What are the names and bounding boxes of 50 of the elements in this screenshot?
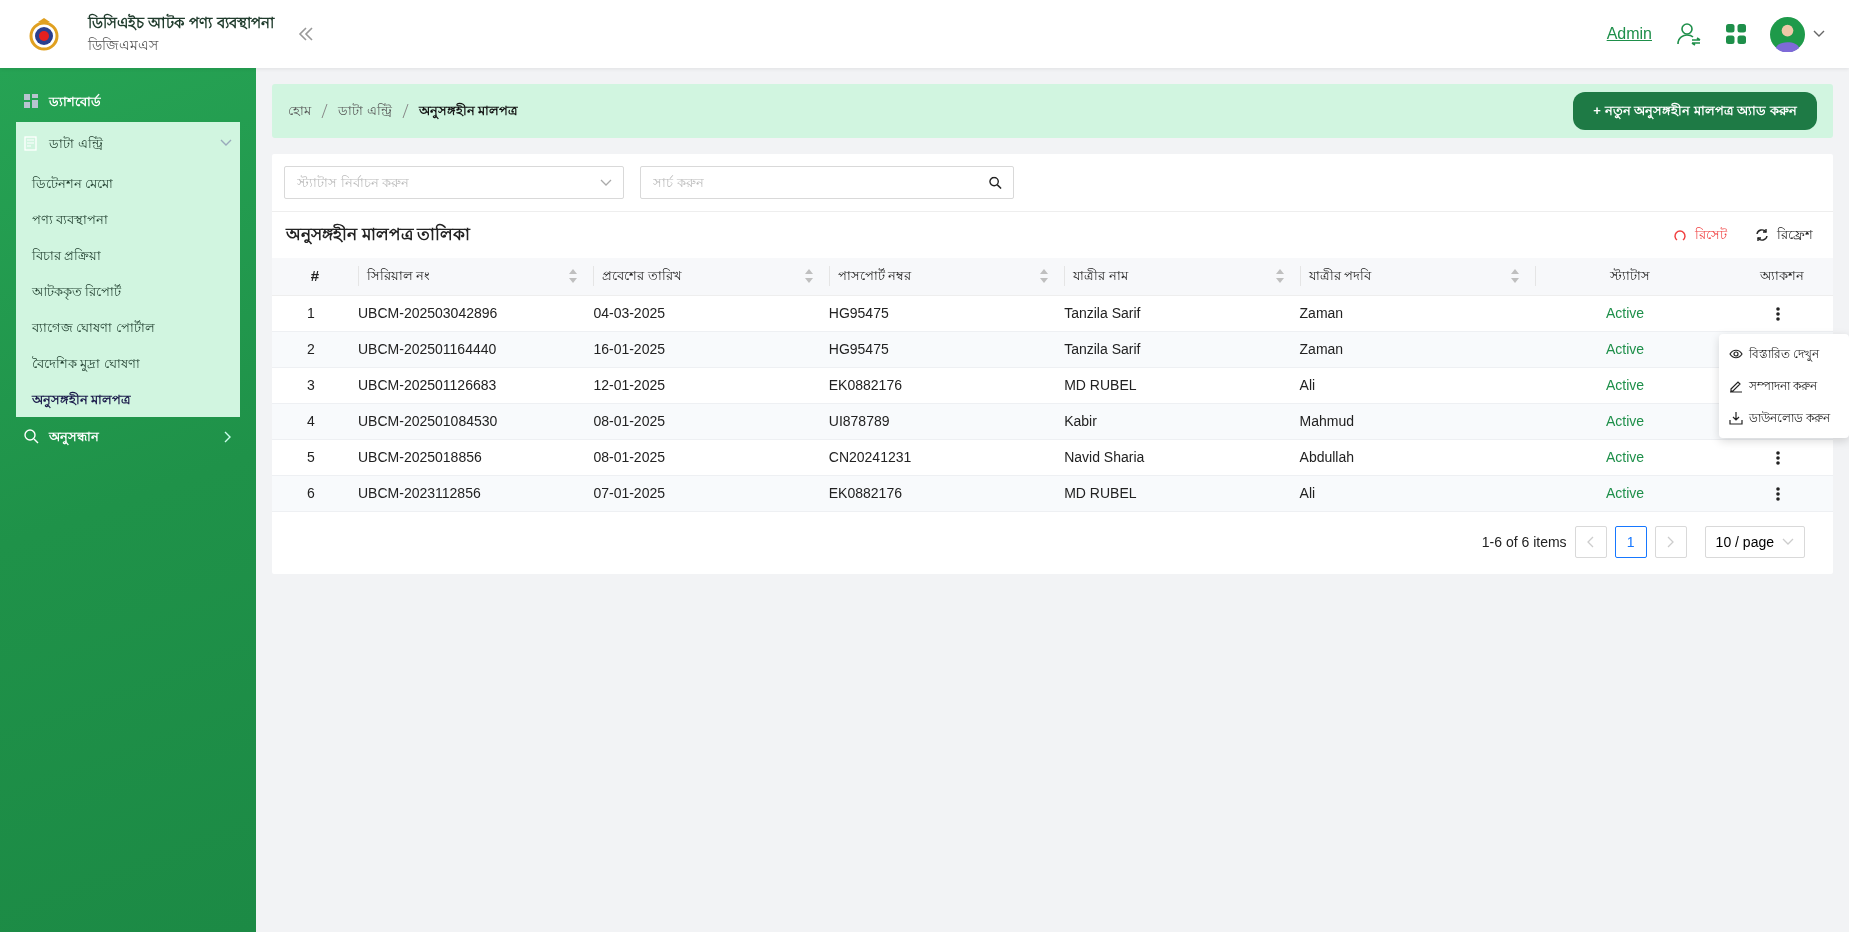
table-cell: Abdullah: [1291, 439, 1527, 476]
table-cell: UBCM-202503042896: [350, 295, 586, 332]
app-subtitle: ডিজিএমএস: [88, 35, 160, 55]
table-title: অনুসঙ্গহীন মালপত্র তালিকা: [286, 222, 471, 247]
table-cell: Tanzila Sarif: [1056, 331, 1292, 368]
table-cell: 3: [272, 367, 350, 404]
table-cell: MD RUBEL: [1056, 475, 1292, 512]
status-text: Active: [1527, 295, 1723, 332]
table-cell: CN20241231: [820, 439, 1057, 476]
pagination-summary: 1-6 of 6 items: [1481, 532, 1567, 552]
table-cell: 04-03-2025: [585, 295, 821, 332]
table-cell: Mahmud: [1291, 403, 1527, 440]
app-title: ডিসিএইচ আটক পণ্য ব্যবস্থাপনা: [88, 12, 274, 34]
table-cell: 1: [272, 295, 350, 332]
table-cell: HG95475: [820, 331, 1057, 368]
table-cell: Kabir: [1056, 403, 1292, 440]
table-cell: UI878789: [820, 403, 1057, 440]
table-cell: UBCM-202501084530: [350, 403, 586, 440]
table-cell: Ali: [1291, 475, 1527, 512]
table-cell: EK0882176: [820, 475, 1057, 512]
status-text: Active: [1527, 403, 1723, 440]
table-cell: 07-01-2025: [585, 475, 821, 512]
status-text: Active: [1527, 475, 1723, 512]
menu-label: ড্যাশবোর্ড: [49, 93, 101, 111]
table-cell: 4: [272, 403, 350, 440]
table-cell: UBCM-202501164440: [350, 331, 586, 368]
table-cell: 08-01-2025: [585, 439, 821, 476]
breadcrumb-item: অনুসঙ্গহীন মালপত্র: [418, 101, 519, 121]
status-text: Active: [1527, 439, 1723, 476]
table-cell: 5: [272, 439, 350, 476]
table-cell: HG95475: [820, 295, 1057, 332]
table-cell: 16-01-2025: [585, 331, 821, 368]
table-cell: UBCM-202501126683: [350, 367, 586, 404]
table-cell: 6: [272, 475, 350, 512]
menu-label: ডাটা এন্ট্রি: [49, 134, 103, 153]
status-text: Active: [1527, 367, 1723, 404]
table-cell: UBCM-2023112856: [350, 475, 586, 512]
table-cell: MD RUBEL: [1056, 367, 1292, 404]
table-cell: EK0882176: [820, 367, 1057, 404]
table-cell: 2: [272, 331, 350, 368]
table-cell: 12-01-2025: [585, 367, 821, 404]
table-cell: Navid Sharia: [1056, 439, 1292, 476]
menu-label: অনুসন্ধান: [49, 428, 99, 447]
table-cell: Zaman: [1291, 295, 1527, 332]
table-cell: Zaman: [1291, 331, 1527, 368]
table-cell: Ali: [1291, 367, 1527, 404]
status-text: Active: [1527, 331, 1723, 368]
table-cell: UBCM-2025018856: [350, 439, 586, 476]
table-cell: 08-01-2025: [585, 403, 821, 440]
table-cell: Tanzila Sarif: [1056, 295, 1292, 332]
